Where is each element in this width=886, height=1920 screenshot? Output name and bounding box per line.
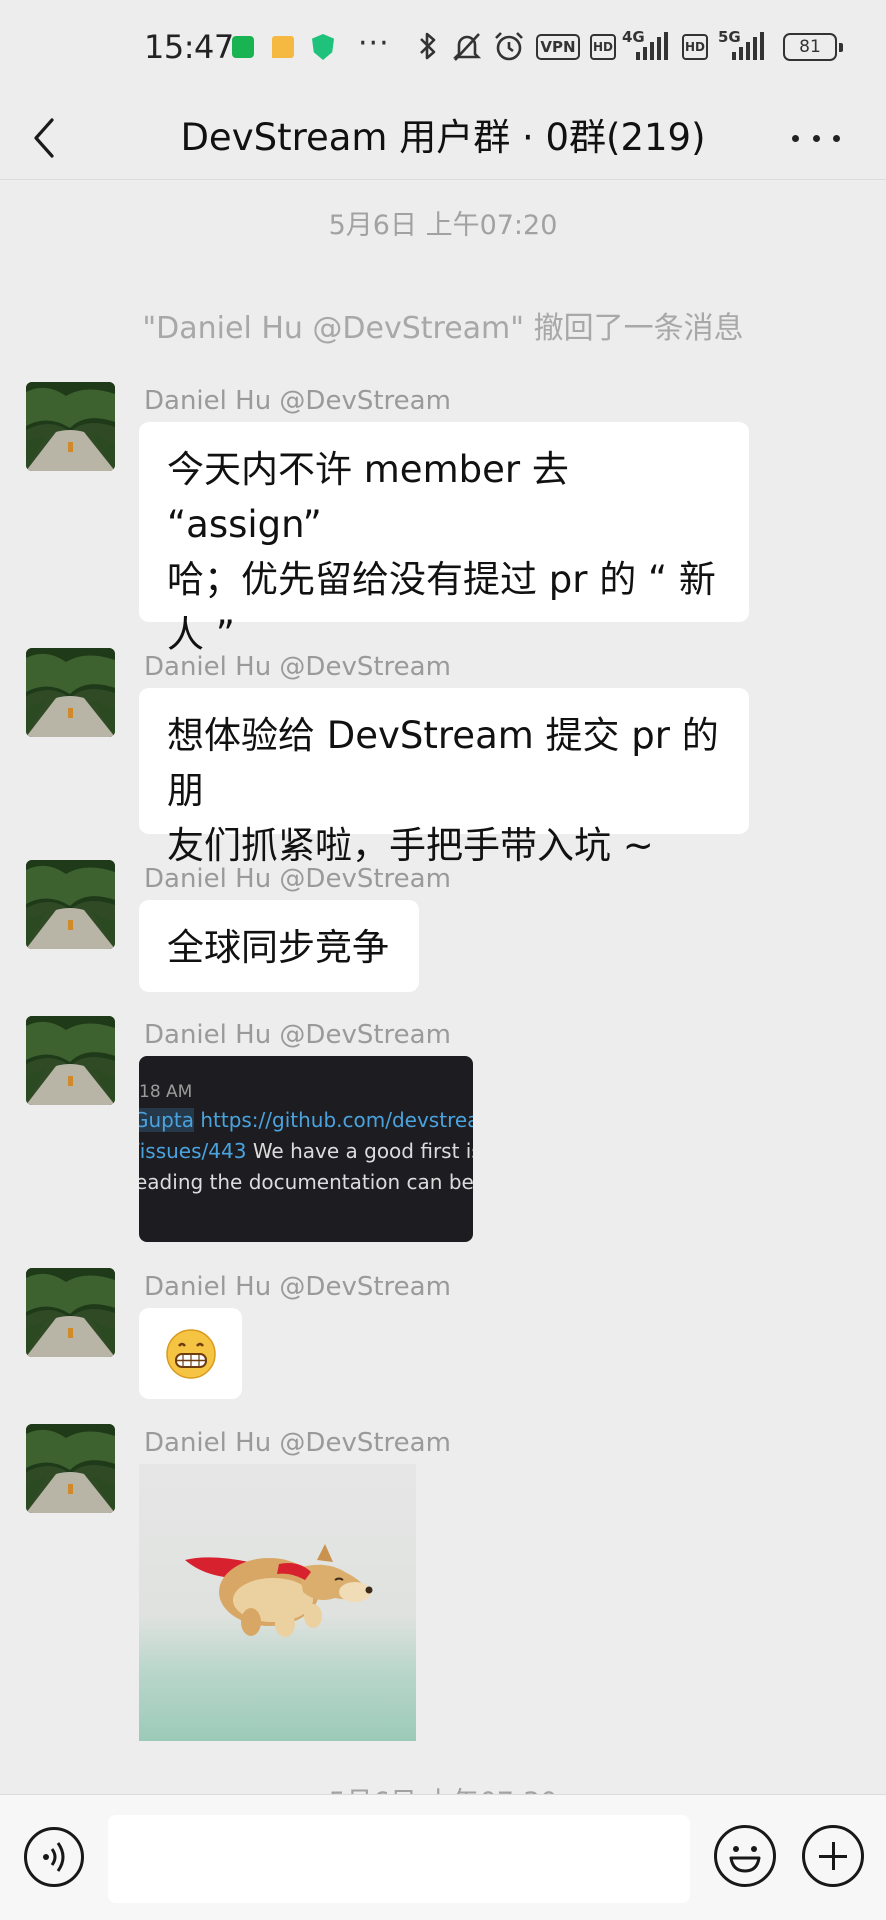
grinning-emoji-icon: [166, 1329, 216, 1379]
message-bubble[interactable]: 全球同步竞争: [139, 900, 419, 992]
more-notifications-icon: ···: [358, 26, 390, 61]
message-text-line: 今天内不许 member 去 “assign”: [167, 448, 569, 546]
screenshot-link: /issues/443: [139, 1139, 247, 1163]
chat-header: DevStream 用户群 · 0群(219): [0, 96, 886, 180]
screenshot-text: eading the documentation can be bo: [139, 1170, 473, 1194]
more-dot: [812, 134, 820, 142]
message-text-line: 想体验给 DevStream 提交 pr 的朋: [167, 714, 719, 812]
hd-badge-2: HD: [682, 34, 708, 60]
screenshot-line-1: Gupta https://github.com/devstream: [139, 1108, 473, 1132]
message-app-icon: [272, 36, 294, 58]
message-bubble[interactable]: 今天内不许 member 去 “assign” 哈；优先留给没有提过 pr 的 …: [139, 422, 749, 656]
emoji-button[interactable]: [714, 1825, 776, 1887]
avatar[interactable]: [26, 1268, 115, 1357]
battery-indicator: 81: [783, 33, 843, 61]
sender-name: Daniel Hu @DevStream: [144, 652, 451, 682]
signal-strength-icon-2: [732, 32, 764, 60]
message-bubble[interactable]: 想体验给 DevStream 提交 pr 的朋 友们抓紧啦，手把手带入坑 ~: [139, 688, 749, 867]
plus-button[interactable]: [802, 1825, 864, 1887]
avatar[interactable]: [26, 1424, 115, 1513]
screenshot-image-message[interactable]: 18 AM Gupta https://github.com/devstream…: [139, 1056, 473, 1242]
screenshot-link: https://github.com/devstream: [200, 1108, 473, 1132]
sender-name: Daniel Hu @DevStream: [144, 1020, 451, 1050]
voice-icon: [43, 1842, 65, 1872]
status-time: 15:47: [144, 28, 234, 66]
avatar[interactable]: [26, 648, 115, 737]
emoji-icon: [729, 1846, 761, 1873]
more-dots-icon: [792, 134, 799, 142]
phone-app-icon: [232, 36, 254, 58]
sender-name: Daniel Hu @DevStream: [144, 386, 451, 416]
flying-dog-sticker[interactable]: [139, 1464, 416, 1741]
flying-dog-sticker-image: [139, 1464, 416, 1741]
avatar[interactable]: [26, 382, 115, 471]
status-bar: 15:47 ··· VPN HD 4G HD 5G 81: [0, 0, 886, 96]
vpn-badge: VPN: [536, 34, 580, 60]
input-bar: [0, 1794, 886, 1920]
timestamp: 5月6日 上午07:20: [328, 210, 558, 241]
mute-bell-icon: [450, 30, 484, 71]
message-bubble[interactable]: [139, 1308, 242, 1399]
screenshot-line-2: /issues/443 We have a good first iss: [139, 1139, 473, 1163]
signal-strength-icon-1: [636, 32, 668, 60]
message-text-line: 全球同步竞争: [167, 926, 389, 969]
screenshot-user-mention: Gupta: [139, 1108, 194, 1132]
back-button[interactable]: [28, 106, 88, 170]
recall-notice: "Daniel Hu @DevStream" 撤回了一条消息: [142, 311, 744, 346]
shield-icon: [312, 34, 334, 60]
chat-title: DevStream 用户群 · 0群(219): [180, 116, 706, 159]
message-input[interactable]: [108, 1815, 690, 1903]
screenshot-text: We have a good first iss: [252, 1139, 473, 1163]
alarm-icon: [492, 30, 526, 71]
bluetooth-icon: [416, 30, 440, 69]
screenshot-time: 18 AM: [139, 1082, 193, 1102]
sender-name: Daniel Hu @DevStream: [144, 864, 451, 894]
message-text-line: 哈；优先留给没有提过 pr 的 “ 新: [167, 558, 716, 601]
avatar[interactable]: [26, 1016, 115, 1105]
voice-input-button[interactable]: [24, 1827, 84, 1887]
sender-name: Daniel Hu @DevStream: [144, 1428, 451, 1458]
more-options-button[interactable]: [786, 106, 846, 170]
sender-name: Daniel Hu @DevStream: [144, 1272, 451, 1302]
chevron-left-icon: [34, 118, 54, 158]
more-dot: [833, 134, 840, 142]
hd-badge-1: HD: [590, 34, 616, 60]
avatar[interactable]: [26, 860, 115, 949]
